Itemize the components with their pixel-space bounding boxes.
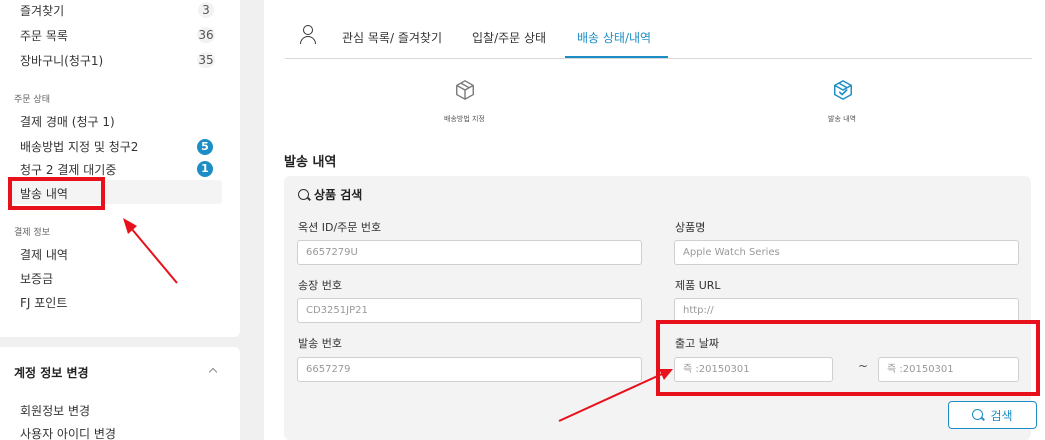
- invoice-no-label: 송장 번호: [298, 279, 342, 292]
- shipment-no-label: 발송 번호: [298, 337, 342, 350]
- sidebar-item-fj-points[interactable]: FJ 포인트: [20, 294, 67, 311]
- product-url-label: 제품 URL: [675, 279, 721, 292]
- sidebar-item-deposit[interactable]: 보증금: [20, 270, 53, 287]
- favorites-count: 3: [198, 2, 214, 18]
- auction-id-label: 옥션 ID/주문 번호: [298, 221, 382, 234]
- sidebar-item-order-list[interactable]: 주문 목록: [20, 27, 68, 44]
- search-panel: 상품 검색 옥션 ID/주문 번호 6657279U 상품명 Apple Wat…: [284, 176, 1037, 440]
- search-heading-label: 상품 검색: [314, 188, 363, 202]
- tab-divider: [285, 58, 1032, 59]
- sidebar-item-shipping-method[interactable]: 배송방법 지정 및 청구2: [20, 138, 138, 155]
- search-heading: 상품 검색: [298, 186, 362, 203]
- search-button-icon: [972, 408, 984, 422]
- annotation-highlight-date: [656, 320, 1040, 396]
- search-button-label: 검색: [990, 408, 1013, 423]
- product-name-label: 상품명: [675, 221, 706, 234]
- step-label-shipping-method: 배송방법 지정: [444, 115, 485, 123]
- sidebar-item-payment-waiting[interactable]: 청구 2 결제 대기중: [20, 161, 116, 178]
- annotation-highlight-sidebar: [8, 177, 105, 210]
- tab-shipping-status[interactable]: 배송 상태/내역: [577, 29, 651, 46]
- search-button[interactable]: 검색: [948, 401, 1037, 429]
- order-status-heading: 주문 상태: [14, 95, 50, 105]
- page-title: 발송 내역: [284, 155, 337, 170]
- payment-info-heading: 결제 정보: [14, 228, 50, 238]
- sidebar-item-favorites[interactable]: 즐겨찾기: [20, 2, 64, 19]
- shipping-method-badge: 5: [197, 139, 213, 155]
- box-icon[interactable]: [454, 79, 476, 101]
- box-check-icon[interactable]: [832, 79, 854, 101]
- sidebar-item-change-userid[interactable]: 사용자 아이디 변경: [20, 425, 116, 440]
- user-icon[interactable]: [300, 25, 316, 45]
- step-label-shipment-history: 발송 내역: [828, 115, 856, 123]
- sidebar-item-payment-auction[interactable]: 결제 경매 (청구 1): [20, 113, 115, 130]
- invoice-no-input[interactable]: CD3251JP21: [297, 298, 642, 323]
- account-settings-heading[interactable]: 계정 정보 변경: [14, 364, 89, 381]
- sidebar-item-cart[interactable]: 장바구니(청구1): [20, 52, 103, 69]
- search-icon: [298, 188, 310, 202]
- auction-id-input[interactable]: 6657279U: [297, 240, 642, 265]
- shipment-no-input[interactable]: 6657279: [297, 357, 642, 382]
- sidebar-item-payment-history[interactable]: 결제 내역: [20, 246, 68, 263]
- tab-watchlist[interactable]: 관심 목록/ 즐겨찾기: [342, 29, 442, 46]
- product-name-input[interactable]: Apple Watch Series: [674, 240, 1019, 265]
- sidebar-panel: 즐겨찾기 3 주문 목록 36 장바구니(청구1) 35 주문 상태 결제 경매…: [0, 0, 240, 337]
- cart-count: 35: [197, 52, 215, 68]
- sidebar-item-edit-member[interactable]: 회원정보 변경: [20, 402, 90, 419]
- tab-bid-order-status[interactable]: 입찰/주문 상태: [472, 29, 546, 46]
- payment-waiting-badge: 1: [197, 161, 213, 177]
- order-list-count: 36: [197, 27, 215, 43]
